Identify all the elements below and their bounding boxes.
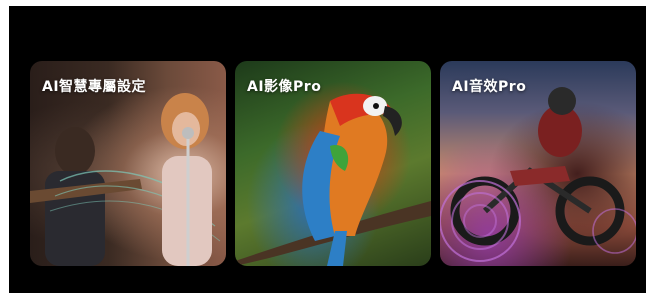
feature-card-ai-personalized-settings: AI智慧專屬設定 bbox=[30, 61, 226, 266]
feature-card-ai-sound-pro: AI音效Pro bbox=[440, 61, 636, 266]
card-label: AI影像Pro bbox=[247, 79, 322, 95]
feature-card-ai-picture-pro: AI影像Pro bbox=[235, 61, 431, 266]
card-label: AI音效Pro bbox=[452, 79, 527, 95]
card-label: AI智慧專屬設定 bbox=[42, 79, 147, 95]
feature-banner: AI智慧專屬設定 AI影像Pro AI音效Pro bbox=[9, 6, 646, 293]
